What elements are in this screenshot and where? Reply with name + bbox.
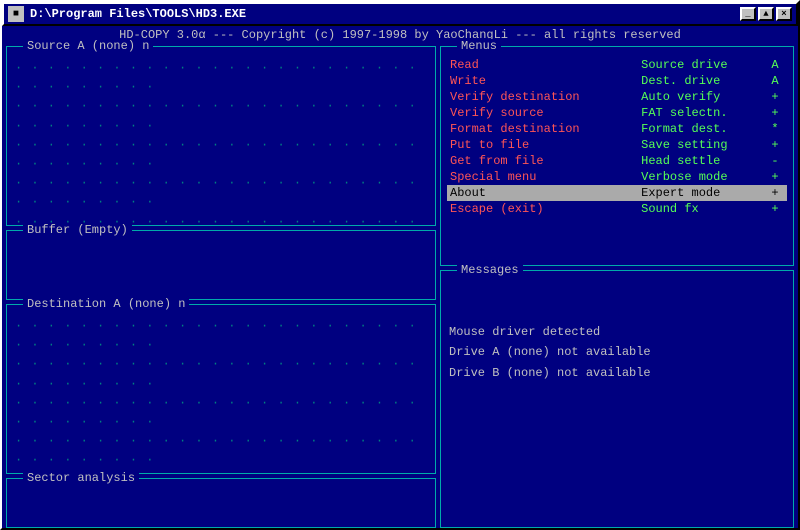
menu-item-suffix: +	[768, 89, 787, 105]
dest-box: Destination A (none) n · · · · · · · · ·…	[6, 304, 436, 474]
menu-table: ReadSource driveAWriteDest. driveAVerify…	[447, 57, 787, 217]
source-row: · · · · · · · · · · · · · · · · · · · · …	[15, 97, 427, 135]
menu-item-suffix: A	[768, 57, 787, 73]
menu-row[interactable]: Get from fileHead settle-	[447, 153, 787, 169]
menu-item-value: Verbose mode	[638, 169, 768, 185]
menu-item-suffix: +	[768, 169, 787, 185]
menu-item-value: Head settle	[638, 153, 768, 169]
dest-row: · · · · · · · · · · · · · · · · · · · · …	[15, 432, 427, 470]
source-row: · · · · · · · · · · · · · · · · · · · · …	[15, 59, 427, 97]
messages-box-title: Messages	[457, 263, 523, 277]
messages-content: Mouse driver detectedDrive A (none) not …	[449, 281, 785, 383]
menu-row[interactable]: Format destinationFormat dest.*	[447, 121, 787, 137]
menu-row[interactable]: AboutExpert mode+	[447, 185, 787, 201]
source-row: · · · · · · · · · · · · · · · · · · · · …	[15, 136, 427, 174]
message-line	[449, 281, 785, 301]
menu-item-name: Verify source	[447, 105, 638, 121]
menu-item-value: Auto verify	[638, 89, 768, 105]
menu-item-value: Dest. drive	[638, 73, 768, 89]
menus-box: Menus ReadSource driveAWriteDest. driveA…	[440, 46, 794, 266]
menu-item-suffix: +	[768, 201, 787, 217]
menu-item-suffix: +	[768, 137, 787, 153]
menu-item-name: Format destination	[447, 121, 638, 137]
menu-item-value: FAT selectn.	[638, 105, 768, 121]
message-line: Drive B (none) not available	[449, 363, 785, 383]
sector-box-title: Sector analysis	[23, 471, 139, 485]
right-panel: Menus ReadSource driveAWriteDest. driveA…	[440, 46, 794, 528]
menu-item-suffix: +	[768, 185, 787, 201]
menu-row[interactable]: Escape (exit)Sound fx+	[447, 201, 787, 217]
menu-row[interactable]: WriteDest. driveA	[447, 73, 787, 89]
menus-box-title: Menus	[457, 39, 501, 53]
maximize-button[interactable]: ▲	[758, 7, 774, 21]
messages-box: Messages Mouse driver detectedDrive A (n…	[440, 270, 794, 528]
menu-item-suffix: A	[768, 73, 787, 89]
menu-item-suffix: *	[768, 121, 787, 137]
window-title: D:\Program Files\TOOLS\HD3.EXE	[30, 7, 246, 21]
minimize-button[interactable]: _	[740, 7, 756, 21]
menu-item-value: Sound fx	[638, 201, 768, 217]
buffer-box: Buffer (Empty)	[6, 230, 436, 300]
message-line	[449, 301, 785, 321]
dest-row: · · · · · · · · · · · · · · · · · · · · …	[15, 355, 427, 393]
message-line: Mouse driver detected	[449, 322, 785, 342]
close-button[interactable]: ×	[776, 7, 792, 21]
dest-row: · · · · · · · · · · · · · · · · · · · · …	[15, 394, 427, 432]
title-bar: ■ D:\Program Files\TOOLS\HD3.EXE _ ▲ ×	[2, 2, 798, 26]
menu-item-suffix: -	[768, 153, 787, 169]
menu-item-name: About	[447, 185, 638, 201]
menu-item-value: Save setting	[638, 137, 768, 153]
menu-item-value: Format dest.	[638, 121, 768, 137]
menu-item-suffix: +	[768, 105, 787, 121]
dest-box-title: Destination A (none) n	[23, 297, 189, 311]
source-box-title: Source A (none) n	[23, 39, 153, 53]
window-controls: _ ▲ ×	[740, 7, 792, 21]
menu-item-value: Expert mode	[638, 185, 768, 201]
menu-item-name: Special menu	[447, 169, 638, 185]
buffer-box-title: Buffer (Empty)	[23, 223, 132, 237]
message-line: Drive A (none) not available	[449, 342, 785, 362]
menu-item-name: Escape (exit)	[447, 201, 638, 217]
menu-row[interactable]: Put to fileSave setting+	[447, 137, 787, 153]
menu-row[interactable]: Special menuVerbose mode+	[447, 169, 787, 185]
menu-row[interactable]: Verify sourceFAT selectn.+	[447, 105, 787, 121]
source-row: · · · · · · · · · · · · · · · · · · · · …	[15, 174, 427, 212]
dest-row: · · · · · · · · · · · · · · · · · · · · …	[15, 317, 427, 355]
left-panel: Source A (none) n · · · · · · · · · · · …	[6, 46, 436, 528]
menu-item-name: Read	[447, 57, 638, 73]
source-box: Source A (none) n · · · · · · · · · · · …	[6, 46, 436, 226]
menu-item-name: Write	[447, 73, 638, 89]
menu-row[interactable]: ReadSource driveA	[447, 57, 787, 73]
menu-item-name: Get from file	[447, 153, 638, 169]
menu-row[interactable]: Verify destinationAuto verify+	[447, 89, 787, 105]
menu-item-name: Verify destination	[447, 89, 638, 105]
app-icon: ■	[8, 6, 24, 22]
menu-item-name: Put to file	[447, 137, 638, 153]
sector-box: Sector analysis	[6, 478, 436, 528]
menu-item-value: Source drive	[638, 57, 768, 73]
